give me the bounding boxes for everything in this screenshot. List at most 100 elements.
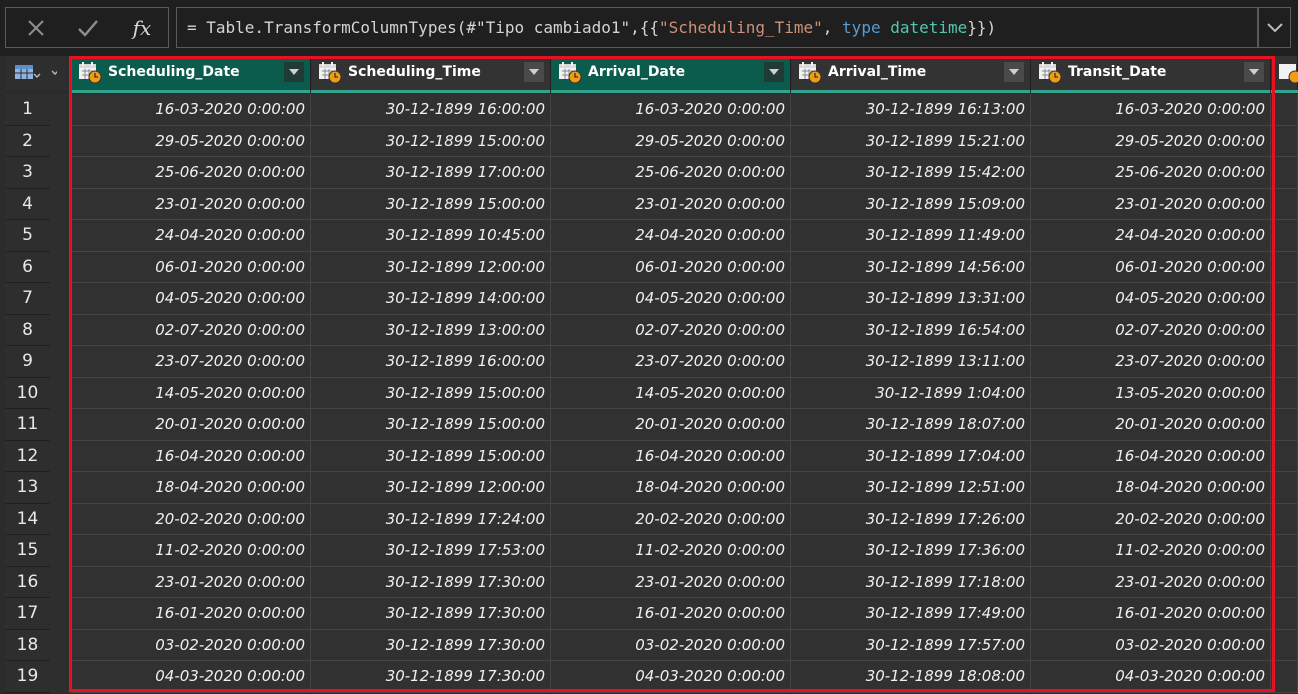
row-number[interactable]: 4 [5, 188, 50, 220]
table-cell[interactable]: 30-12-1899 13:11:00 [791, 346, 1031, 378]
table-cell[interactable]: 30-12-1899 11:49:00 [791, 220, 1031, 252]
table-cell[interactable]: 30-12-1899 17:30:00 [311, 629, 551, 661]
cancel-button[interactable] [10, 8, 62, 47]
table-cell[interactable]: 30-12-1899 17:30:00 [311, 566, 551, 598]
table-cell[interactable]: 14-05-2020 0:00:00 [551, 377, 791, 409]
table-cell-partial[interactable] [1271, 629, 1298, 661]
table-cell[interactable]: 25-06-2020 0:00:00 [71, 157, 311, 189]
table-cell[interactable]: 14-05-2020 0:00:00 [71, 377, 311, 409]
table-cell[interactable]: 30-12-1899 17:18:00 [791, 566, 1031, 598]
table-cell[interactable]: 23-01-2020 0:00:00 [71, 566, 311, 598]
table-cell[interactable]: 16-03-2020 0:00:00 [71, 94, 311, 126]
row-number[interactable]: 16 [5, 566, 50, 598]
table-cell[interactable]: 30-12-1899 15:21:00 [791, 125, 1031, 157]
table-cell[interactable]: 23-01-2020 0:00:00 [1031, 188, 1271, 220]
table-cell-partial[interactable] [1271, 377, 1298, 409]
column-header-arrival-time[interactable]: Arrival_Time [791, 56, 1031, 90]
table-cell-partial[interactable] [1271, 94, 1298, 126]
table-cell[interactable]: 30-12-1899 17:53:00 [311, 535, 551, 567]
row-number[interactable]: 19 [5, 661, 50, 693]
table-cell[interactable]: 04-03-2020 0:00:00 [551, 661, 791, 693]
table-cell[interactable]: 30-12-1899 14:56:00 [791, 251, 1031, 283]
column-filter-button[interactable] [1244, 62, 1264, 82]
table-cell[interactable]: 23-07-2020 0:00:00 [1031, 346, 1271, 378]
row-number[interactable]: 11 [5, 409, 50, 441]
column-filter-button[interactable] [764, 62, 784, 82]
table-cell[interactable]: 29-05-2020 0:00:00 [551, 125, 791, 157]
table-cell[interactable]: 04-05-2020 0:00:00 [551, 283, 791, 315]
table-cell-partial[interactable] [1271, 598, 1298, 630]
table-cell[interactable]: 30-12-1899 13:31:00 [791, 283, 1031, 315]
row-number[interactable]: 5 [5, 220, 50, 252]
table-cell[interactable]: 04-05-2020 0:00:00 [71, 283, 311, 315]
row-number[interactable]: 1 [5, 94, 50, 126]
row-number[interactable]: 10 [5, 377, 50, 409]
table-cell[interactable]: 04-03-2020 0:00:00 [71, 661, 311, 693]
column-header-partial[interactable] [1271, 56, 1298, 90]
table-cell[interactable]: 30-12-1899 17:36:00 [791, 535, 1031, 567]
table-cell[interactable]: 20-01-2020 0:00:00 [551, 409, 791, 441]
table-cell[interactable]: 30-12-1899 15:00:00 [311, 188, 551, 220]
table-cell[interactable]: 29-05-2020 0:00:00 [71, 125, 311, 157]
table-cell[interactable]: 29-05-2020 0:00:00 [1031, 125, 1271, 157]
table-cell[interactable]: 23-07-2020 0:00:00 [71, 346, 311, 378]
table-cell[interactable]: 24-04-2020 0:00:00 [71, 220, 311, 252]
datetime-type-icon[interactable] [1038, 62, 1062, 84]
row-number[interactable]: 15 [5, 535, 50, 567]
table-cell-partial[interactable] [1271, 503, 1298, 535]
table-cell[interactable]: 30-12-1899 12:00:00 [311, 472, 551, 504]
table-cell[interactable]: 30-12-1899 15:00:00 [311, 440, 551, 472]
table-cell[interactable]: 20-02-2020 0:00:00 [71, 503, 311, 535]
table-cell[interactable]: 18-04-2020 0:00:00 [71, 472, 311, 504]
table-cell[interactable]: 30-12-1899 12:51:00 [791, 472, 1031, 504]
row-number[interactable]: 6 [5, 251, 50, 283]
table-cell[interactable]: 24-04-2020 0:00:00 [551, 220, 791, 252]
table-cell[interactable]: 16-04-2020 0:00:00 [1031, 440, 1271, 472]
table-cell[interactable]: 16-01-2020 0:00:00 [1031, 598, 1271, 630]
column-header-scheduling-time[interactable]: Scheduling_Time [311, 56, 551, 90]
table-cell[interactable]: 30-12-1899 15:00:00 [311, 125, 551, 157]
table-cell[interactable]: 23-01-2020 0:00:00 [1031, 566, 1271, 598]
datetime-type-icon[interactable] [558, 62, 582, 84]
table-cell-partial[interactable] [1271, 220, 1298, 252]
table-cell[interactable]: 16-01-2020 0:00:00 [71, 598, 311, 630]
table-cell[interactable]: 25-06-2020 0:00:00 [551, 157, 791, 189]
row-number[interactable]: 8 [5, 314, 50, 346]
formula-input[interactable]: = Table.TransformColumnTypes(#"Tipo camb… [176, 7, 1258, 48]
table-cell[interactable]: 30-12-1899 17:30:00 [311, 661, 551, 693]
column-header-arrival-date[interactable]: Arrival_Date [551, 56, 791, 90]
table-cell[interactable]: 02-07-2020 0:00:00 [551, 314, 791, 346]
row-number[interactable]: 18 [5, 629, 50, 661]
table-menu-button[interactable] [5, 56, 71, 90]
table-cell[interactable]: 30-12-1899 17:00:00 [311, 157, 551, 189]
table-cell[interactable]: 30-12-1899 16:00:00 [311, 346, 551, 378]
table-cell-partial[interactable] [1271, 346, 1298, 378]
table-cell[interactable]: 30-12-1899 1:04:00 [791, 377, 1031, 409]
row-number[interactable]: 12 [5, 440, 50, 472]
table-cell[interactable]: 16-01-2020 0:00:00 [551, 598, 791, 630]
column-filter-button[interactable] [284, 62, 304, 82]
table-cell[interactable]: 30-12-1899 17:04:00 [791, 440, 1031, 472]
table-cell[interactable]: 30-12-1899 15:09:00 [791, 188, 1031, 220]
column-header-transit-date[interactable]: Transit_Date [1031, 56, 1271, 90]
table-cell-partial[interactable] [1271, 125, 1298, 157]
row-number[interactable]: 7 [5, 283, 50, 315]
table-cell[interactable]: 03-02-2020 0:00:00 [71, 629, 311, 661]
table-cell-partial[interactable] [1271, 251, 1298, 283]
row-number[interactable]: 13 [5, 472, 50, 504]
datetime-type-icon[interactable] [318, 62, 342, 84]
row-number[interactable]: 3 [5, 157, 50, 189]
table-cell[interactable]: 30-12-1899 16:54:00 [791, 314, 1031, 346]
table-cell[interactable]: 30-12-1899 17:24:00 [311, 503, 551, 535]
table-cell-partial[interactable] [1271, 472, 1298, 504]
table-cell-partial[interactable] [1271, 661, 1298, 693]
table-cell[interactable]: 20-01-2020 0:00:00 [71, 409, 311, 441]
row-number[interactable]: 14 [5, 503, 50, 535]
table-cell[interactable]: 04-05-2020 0:00:00 [1031, 283, 1271, 315]
column-header-scheduling-date[interactable]: Scheduling_Date [71, 56, 311, 90]
table-cell[interactable]: 16-03-2020 0:00:00 [551, 94, 791, 126]
table-cell[interactable]: 06-01-2020 0:00:00 [551, 251, 791, 283]
column-filter-button[interactable] [524, 62, 544, 82]
table-cell[interactable]: 03-02-2020 0:00:00 [551, 629, 791, 661]
table-cell[interactable]: 06-01-2020 0:00:00 [1031, 251, 1271, 283]
